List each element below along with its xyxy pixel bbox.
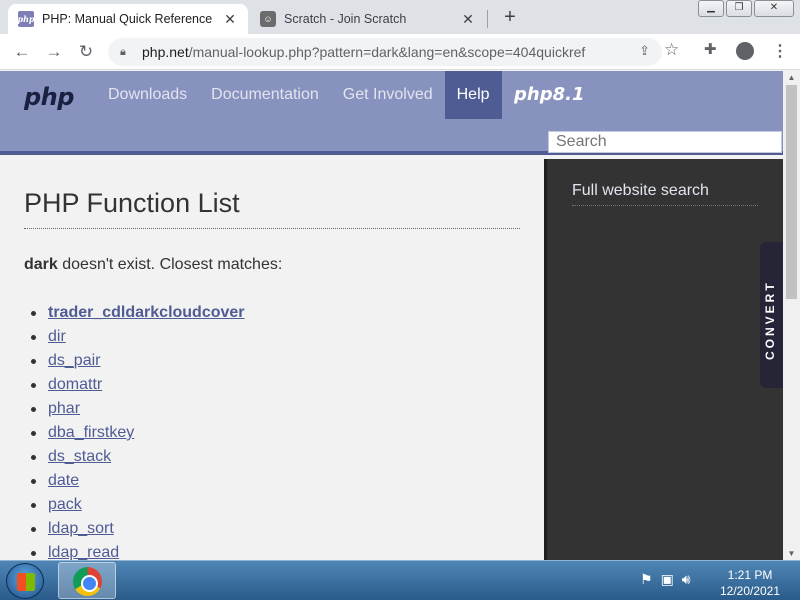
chrome-icon [73, 567, 102, 596]
message-text: doesn't exist. Closest matches: [57, 256, 283, 273]
forward-icon[interactable]: → [42, 40, 66, 64]
close-tab-icon[interactable]: ✕ [222, 11, 238, 28]
minimize-button[interactable]: ▁ [698, 0, 724, 17]
result-link[interactable]: domattr [48, 376, 102, 393]
list-item: phar [24, 400, 245, 424]
nav-downloads[interactable]: Downloads [96, 71, 199, 119]
title-divider [24, 228, 520, 229]
windows-taskbar: ⚑ ▣ 🔊︎ 1:21 PM 12/20/2021 [0, 560, 800, 600]
close-window-button[interactable]: ✕ [754, 0, 794, 17]
nav-get-involved[interactable]: Get Involved [331, 71, 445, 119]
reload-icon[interactable]: ↻ [74, 40, 98, 64]
query-term: dark [24, 256, 58, 273]
windows-logo-icon [17, 573, 35, 591]
main-content: PHP Function List dark doesn't exist. Cl… [0, 159, 544, 560]
url-host: php.net [142, 44, 189, 60]
list-item: domattr [24, 376, 245, 400]
scroll-down-arrow-icon[interactable]: ▼ [783, 549, 800, 558]
result-link[interactable]: dba_firstkey [48, 424, 134, 441]
result-link[interactable]: phar [48, 400, 80, 417]
clock-time: 1:21 PM [727, 568, 773, 582]
list-item: dir [24, 328, 245, 352]
list-item: ldap_sort [24, 520, 245, 544]
result-link[interactable]: ldap_read [48, 544, 119, 560]
system-tray: ⚑ ▣ 🔊︎ [640, 571, 691, 588]
browser-toolbar: ← → ↻ 🔒︎ php.net/manual-lookup.php?patte… [0, 34, 800, 70]
sidebar: Full website search [544, 159, 783, 560]
profile-avatar-icon[interactable] [736, 42, 754, 60]
tab-strip: php PHP: Manual Quick Reference ✕ ☺ Scra… [0, 0, 800, 34]
convert-label: CONVERT [763, 280, 777, 360]
taskbar-chrome-button[interactable] [58, 562, 116, 599]
php-logo[interactable]: php [24, 83, 74, 111]
not-found-message: dark doesn't exist. Closest matches: [24, 256, 282, 274]
action-center-flag-icon[interactable]: ⚑ [640, 571, 653, 588]
list-item: pack [24, 496, 245, 520]
volume-icon[interactable]: 🔊︎ [682, 571, 691, 588]
page-scrollbar[interactable]: ▲ ▼ [783, 71, 800, 560]
list-item: date [24, 472, 245, 496]
tab-php-manual[interactable]: php PHP: Manual Quick Reference ✕ [8, 4, 248, 34]
tab-separator [487, 10, 488, 28]
result-link[interactable]: ds_stack [48, 448, 111, 465]
result-link[interactable]: ds_pair [48, 352, 100, 369]
scratch-favicon-icon: ☺ [260, 11, 276, 27]
convert-widget-tab[interactable]: CONVERT [760, 242, 783, 388]
bookmark-star-icon[interactable]: ☆ [664, 40, 679, 60]
site-search-input[interactable] [548, 131, 782, 153]
php-favicon-icon: php [18, 11, 35, 27]
list-item: ds_stack [24, 448, 245, 472]
tab-scratch[interactable]: ☺ Scratch - Join Scratch ✕ [250, 4, 486, 34]
back-icon[interactable]: ← [10, 40, 34, 64]
nav-documentation[interactable]: Documentation [199, 71, 331, 119]
scroll-up-arrow-icon[interactable]: ▲ [783, 73, 800, 82]
tab-title: PHP: Manual Quick Reference [42, 12, 213, 26]
new-tab-button[interactable]: + [498, 6, 522, 30]
closest-matches-list: trader_cdldarkcloudcover dir ds_pair dom… [24, 304, 245, 560]
list-item: trader_cdldarkcloudcover [24, 304, 245, 328]
list-item: ds_pair [24, 352, 245, 376]
menu-kebab-icon[interactable]: ⋮ [772, 41, 788, 61]
close-tab-icon[interactable]: ✕ [460, 11, 476, 28]
sidebar-title: Full website search [572, 182, 709, 199]
address-bar[interactable]: 🔒︎ php.net/manual-lookup.php?pattern=dar… [108, 38, 662, 66]
network-icon[interactable]: ▣ [661, 571, 674, 588]
window-controls: ▁ ❐ ✕ [698, 0, 794, 17]
taskbar-clock[interactable]: 1:21 PM 12/20/2021 [712, 567, 788, 599]
site-nav: Downloads Documentation Get Involved Hel… [96, 71, 502, 119]
url-path: /manual-lookup.php?pattern=dark&lang=en&… [188, 44, 586, 60]
start-button[interactable] [6, 563, 44, 599]
sidebar-divider [572, 205, 758, 206]
php-version-logo[interactable]: php8.1 [514, 84, 584, 105]
clock-date: 12/20/2021 [719, 584, 781, 598]
result-link[interactable]: trader_cdldarkcloudcover [48, 304, 245, 321]
tab-title: Scratch - Join Scratch [284, 12, 407, 26]
extensions-icon[interactable]: ✚ [704, 40, 717, 58]
list-item: ldap_read [24, 544, 245, 560]
list-item: dba_firstkey [24, 424, 245, 448]
lock-icon[interactable]: 🔒︎ [120, 46, 134, 59]
page-title: PHP Function List [24, 188, 240, 218]
nav-help[interactable]: Help [444, 71, 502, 119]
result-link[interactable]: ldap_sort [48, 520, 114, 537]
result-link[interactable]: pack [48, 496, 82, 513]
result-link[interactable]: dir [48, 328, 66, 345]
share-icon[interactable]: ⇪ [639, 43, 650, 59]
scrollbar-thumb[interactable] [786, 85, 797, 299]
result-link[interactable]: date [48, 472, 79, 489]
maximize-button[interactable]: ❐ [726, 0, 752, 17]
